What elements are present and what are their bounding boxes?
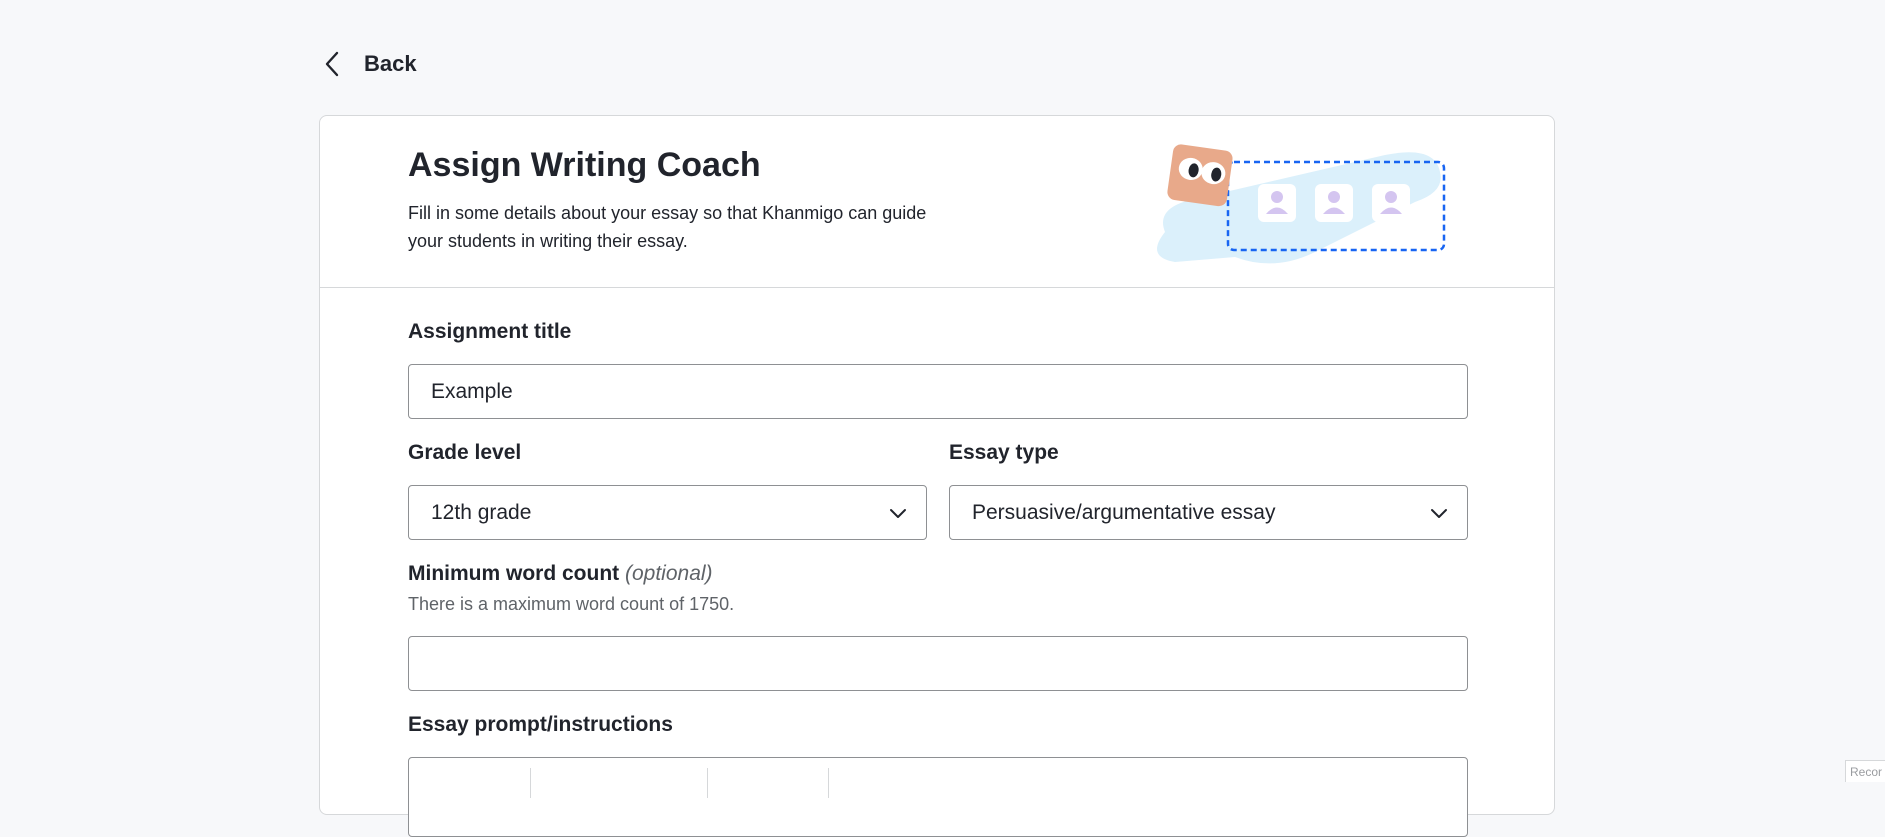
grade-level-select[interactable]: 12th grade [408, 485, 927, 540]
assignment-card: Assign Writing Coach Fill in some detail… [319, 115, 1555, 837]
assignment-title-label: Assignment title [408, 320, 572, 343]
chevron-down-icon [890, 508, 906, 518]
essay-type-label: Essay type [949, 441, 1059, 464]
essay-prompt-editor[interactable] [408, 757, 1468, 837]
card-header: Assign Writing Coach Fill in some detail… [320, 116, 1554, 288]
essay-prompt-label: Essay prompt/instructions [408, 713, 673, 736]
essay-type-value: Persuasive/argumentative essay [972, 500, 1276, 524]
toolbar-divider [828, 768, 829, 798]
page-description: Fill in some details about your essay so… [408, 203, 927, 251]
chevron-left-icon [322, 46, 350, 82]
chevron-down-icon [1431, 508, 1447, 518]
grade-level-value: 12th grade [431, 500, 532, 524]
optional-tag: (optional) [625, 562, 713, 585]
min-word-count-label-text: Minimum word count [408, 562, 620, 585]
assignment-title-input[interactable]: Example [408, 364, 1468, 419]
assignment-title-value: Example [431, 379, 513, 403]
back-link[interactable]: Back [322, 46, 417, 82]
back-label: Back [364, 51, 417, 76]
min-word-count-label: Minimum word count (optional) [408, 562, 713, 586]
toolbar-divider [530, 768, 531, 798]
toolbar-divider [707, 768, 708, 798]
min-word-count-hint: There is a maximum word count of 1750. [408, 594, 735, 614]
corner-tag: Recor [1845, 760, 1885, 782]
grade-level-label: Grade level [408, 441, 522, 464]
writing-coach-illustration [1157, 144, 1446, 264]
essay-type-select[interactable]: Persuasive/argumentative essay [949, 485, 1468, 540]
page-title: Assign Writing Coach [408, 146, 761, 184]
min-word-count-input[interactable] [408, 636, 1468, 691]
